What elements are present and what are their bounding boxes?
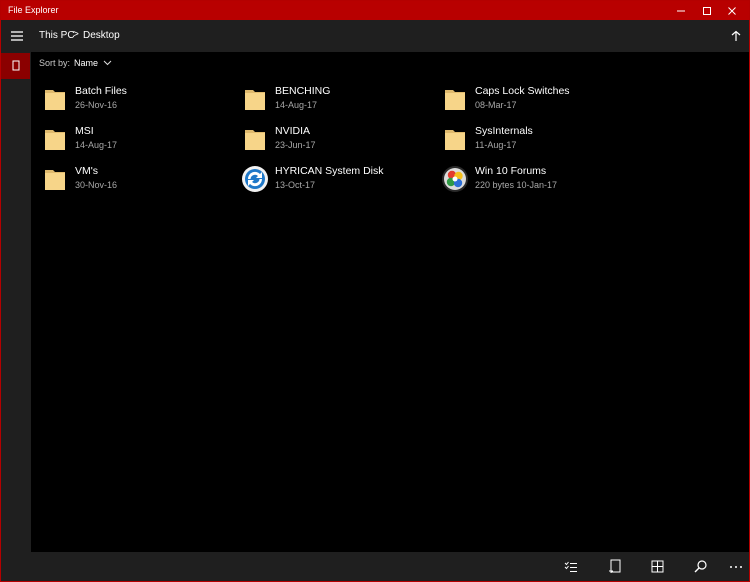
view-icon [651, 560, 663, 573]
select-icon [564, 561, 577, 572]
menu-button[interactable] [4, 20, 30, 52]
file-item[interactable]: Caps Lock Switches 08-Mar-17 [441, 83, 631, 117]
file-name: SysInternals [475, 125, 533, 137]
phone-device-icon [12, 60, 19, 71]
navigation-bar: This PC > Desktop [1, 20, 749, 52]
left-rail [1, 52, 31, 581]
arrow-up-icon [731, 30, 741, 41]
file-name: Batch Files [75, 85, 127, 97]
file-item[interactable]: VM's 30-Nov-16 [41, 163, 231, 197]
file-item[interactable]: NVIDIA 23-Jun-17 [241, 123, 431, 157]
disk-app-icon [242, 166, 268, 192]
search-button[interactable] [685, 552, 715, 581]
chevron-down-icon [103, 60, 112, 66]
file-item[interactable]: Batch Files 26-Nov-16 [41, 83, 231, 117]
bottom-toolbar [31, 552, 749, 581]
breadcrumb-separator: > [73, 29, 79, 40]
view-button[interactable] [642, 552, 672, 581]
more-button[interactable] [721, 552, 750, 581]
file-meta: 30-Nov-16 [75, 180, 118, 190]
file-name: BENCHING [275, 85, 331, 97]
file-item[interactable]: HYRICAN System Disk 13-Oct-17 [241, 163, 431, 197]
file-meta: 11-Aug-17 [475, 140, 517, 150]
search-icon [694, 560, 707, 573]
file-item[interactable]: BENCHING 14-Aug-17 [241, 83, 431, 117]
new-item-button[interactable] [600, 552, 630, 581]
sort-control[interactable]: Sort by: Name [39, 58, 112, 68]
folder-icon [245, 130, 265, 150]
file-meta: 220 bytes 10-Jan-17 [475, 180, 558, 190]
new-item-icon [609, 559, 621, 573]
maximize-icon [703, 6, 711, 15]
file-meta: 26-Nov-16 [75, 100, 118, 110]
sort-value: Name [74, 58, 99, 68]
breadcrumb-this-pc[interactable]: This PC [39, 30, 75, 41]
minimize-icon [677, 10, 685, 11]
title-bar[interactable]: File Explorer [1, 1, 749, 20]
file-name: Caps Lock Switches [475, 85, 570, 97]
hamburger-icon [11, 31, 23, 41]
folder-icon [45, 170, 65, 190]
file-explorer-window: File Explorer This PC > Desktop Sort by:… [0, 0, 750, 582]
file-meta: 23-Jun-17 [275, 140, 316, 150]
file-list-area: Sort by: Name Batch Files 26-Nov-16 BENC… [31, 52, 749, 552]
file-item[interactable]: Win 10 Forums 220 bytes 10-Jan-17 [441, 163, 631, 197]
file-name: MSI [75, 125, 94, 137]
select-button[interactable] [556, 552, 586, 581]
folder-icon [45, 130, 65, 150]
file-item[interactable]: SysInternals 11-Aug-17 [441, 123, 631, 157]
file-name: NVIDIA [275, 125, 311, 137]
rail-item-this-device[interactable] [1, 53, 30, 79]
file-meta: 13-Oct-17 [275, 180, 316, 190]
file-meta: 14-Aug-17 [275, 100, 318, 110]
folder-icon [445, 90, 465, 110]
file-meta: 08-Mar-17 [475, 100, 517, 110]
folder-icon [45, 90, 65, 110]
window-title: File Explorer [8, 5, 59, 15]
folder-icon [245, 90, 265, 110]
sort-label: Sort by: [39, 58, 71, 68]
file-name: HYRICAN System Disk [275, 165, 384, 177]
file-item[interactable]: MSI 14-Aug-17 [41, 123, 231, 157]
file-name: Win 10 Forums [475, 165, 547, 177]
close-button[interactable] [715, 1, 749, 20]
breadcrumb-desktop[interactable]: Desktop [83, 30, 120, 41]
chrome-shortcut-icon [442, 166, 468, 192]
file-name: VM's [75, 165, 99, 177]
more-icon [730, 565, 742, 568]
up-button[interactable] [723, 20, 749, 52]
file-meta: 14-Aug-17 [75, 140, 118, 150]
close-icon [728, 6, 736, 15]
folder-icon [445, 130, 465, 150]
